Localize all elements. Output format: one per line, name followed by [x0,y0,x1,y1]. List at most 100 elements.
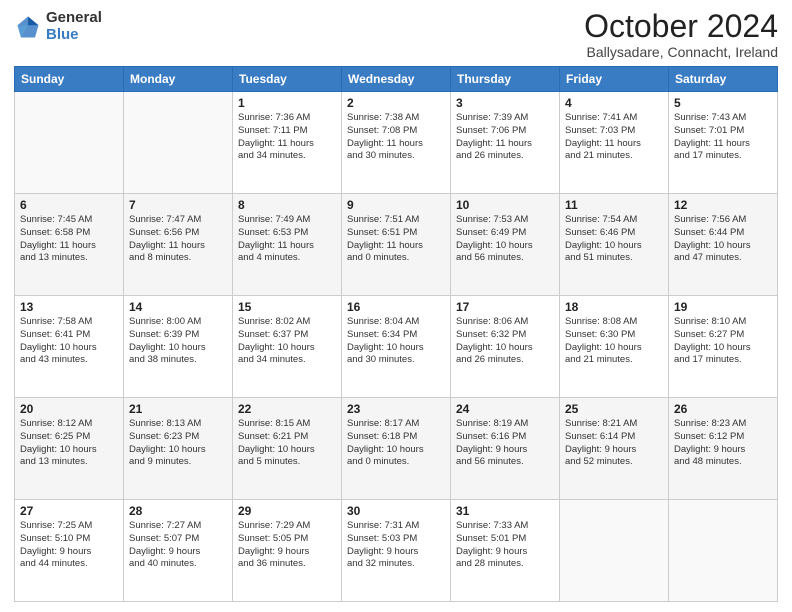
day-info: Sunrise: 8:13 AM Sunset: 6:23 PM Dayligh… [129,418,227,469]
day-number: 3 [456,96,554,110]
day-info: Sunrise: 8:10 AM Sunset: 6:27 PM Dayligh… [674,316,772,367]
calendar-day-header: Tuesday [233,67,342,92]
day-number: 24 [456,402,554,416]
calendar-day-cell [669,500,778,602]
calendar-day-header: Wednesday [342,67,451,92]
day-number: 28 [129,504,227,518]
calendar-day-cell: 10Sunrise: 7:53 AM Sunset: 6:49 PM Dayli… [451,194,560,296]
calendar-day-cell: 31 Sunrise: 7:33 AM Sunset: 5:01 PM Dayli… [451,500,560,602]
calendar-day-cell: 15 Sunrise: 8:02 AM Sunset: 6:37 PM Dayli… [233,296,342,398]
day-info: Sunrise: 7:53 AM Sunset: 6:49 PM Dayligh… [456,214,554,265]
day-number: 17 [456,300,554,314]
day-info: Sunrise: 8:15 AM Sunset: 6:21 PM Dayligh… [238,418,336,469]
calendar-table: SundayMondayTuesdayWednesdayThursdayFrid… [14,66,778,602]
calendar-week-row: 13 Sunrise: 7:58 AM Sunset: 6:41 PM Dayli… [15,296,778,398]
calendar-day-header: Thursday [451,67,560,92]
header: General Blue October 2024 Ballysadare, C… [14,10,778,60]
day-info: Sunrise: 7:43 AM Sunset: 7:01 PM Dayligh… [674,112,772,163]
calendar-day-cell: 21Sunrise: 8:13 AM Sunset: 6:23 PM Dayli… [124,398,233,500]
logo: General Blue [14,10,102,43]
day-info: Sunrise: 8:19 AM Sunset: 6:16 PM Dayligh… [456,418,554,469]
day-info: Sunrise: 7:33 AM Sunset: 5:01 PM Dayligh… [456,520,554,571]
day-info: Sunrise: 7:36 AM Sunset: 7:11 PM Dayligh… [238,112,336,163]
calendar-day-cell: 26Sunrise: 8:23 AM Sunset: 6:12 PM Dayli… [669,398,778,500]
day-number: 19 [674,300,772,314]
day-number: 6 [20,198,118,212]
day-info: Sunrise: 7:54 AM Sunset: 6:46 PM Dayligh… [565,214,663,265]
calendar-day-cell: 22 Sunrise: 8:15 AM Sunset: 6:21 PM Dayli… [233,398,342,500]
day-info: Sunrise: 7:38 AM Sunset: 7:08 PM Dayligh… [347,112,445,163]
calendar-day-cell: 12Sunrise: 7:56 AM Sunset: 6:44 PM Dayli… [669,194,778,296]
day-info: Sunrise: 8:04 AM Sunset: 6:34 PM Dayligh… [347,316,445,367]
day-number: 14 [129,300,227,314]
calendar-day-cell: 1 Sunrise: 7:36 AM Sunset: 7:11 PM Daylig… [233,92,342,194]
calendar-day-cell [124,92,233,194]
day-number: 8 [238,198,336,212]
calendar-day-cell: 7Sunrise: 7:47 AM Sunset: 6:56 PM Daylig… [124,194,233,296]
day-info: Sunrise: 7:25 AM Sunset: 5:10 PM Dayligh… [20,520,118,571]
calendar-day-cell: 3 Sunrise: 7:39 AM Sunset: 7:06 PM Daylig… [451,92,560,194]
day-number: 29 [238,504,336,518]
day-info: Sunrise: 7:49 AM Sunset: 6:53 PM Dayligh… [238,214,336,265]
day-info: Sunrise: 7:39 AM Sunset: 7:06 PM Dayligh… [456,112,554,163]
day-number: 25 [565,402,663,416]
day-number: 16 [347,300,445,314]
calendar-day-header: Saturday [669,67,778,92]
calendar-day-cell: 20Sunrise: 8:12 AM Sunset: 6:25 PM Dayli… [15,398,124,500]
day-number: 5 [674,96,772,110]
calendar-day-cell: 8 Sunrise: 7:49 AM Sunset: 6:53 PM Daylig… [233,194,342,296]
day-info: Sunrise: 7:47 AM Sunset: 6:56 PM Dayligh… [129,214,227,265]
day-info: Sunrise: 8:02 AM Sunset: 6:37 PM Dayligh… [238,316,336,367]
day-number: 15 [238,300,336,314]
logo-icon [14,13,42,41]
calendar-day-cell: 2 Sunrise: 7:38 AM Sunset: 7:08 PM Daylig… [342,92,451,194]
calendar-day-cell: 24 Sunrise: 8:19 AM Sunset: 6:16 PM Dayli… [451,398,560,500]
calendar-day-cell: 27Sunrise: 7:25 AM Sunset: 5:10 PM Dayli… [15,500,124,602]
calendar-day-header: Sunday [15,67,124,92]
day-number: 23 [347,402,445,416]
page: General Blue October 2024 Ballysadare, C… [0,0,792,612]
calendar-week-row: 6 Sunrise: 7:45 AM Sunset: 6:58 PM Daylig… [15,194,778,296]
month-title: October 2024 [584,10,778,42]
day-info: Sunrise: 8:08 AM Sunset: 6:30 PM Dayligh… [565,316,663,367]
calendar-week-row: 20Sunrise: 8:12 AM Sunset: 6:25 PM Dayli… [15,398,778,500]
day-info: Sunrise: 7:31 AM Sunset: 5:03 PM Dayligh… [347,520,445,571]
calendar-day-cell [15,92,124,194]
day-number: 22 [238,402,336,416]
logo-general-text: General [46,10,102,27]
calendar-day-cell: 5 Sunrise: 7:43 AM Sunset: 7:01 PM Daylig… [669,92,778,194]
calendar-day-cell: 23 Sunrise: 8:17 AM Sunset: 6:18 PM Dayli… [342,398,451,500]
calendar-day-cell: 14Sunrise: 8:00 AM Sunset: 6:39 PM Dayli… [124,296,233,398]
calendar-day-cell: 30 Sunrise: 7:31 AM Sunset: 5:03 PM Dayli… [342,500,451,602]
calendar-day-cell [560,500,669,602]
day-number: 1 [238,96,336,110]
calendar-day-cell: 16 Sunrise: 8:04 AM Sunset: 6:34 PM Dayli… [342,296,451,398]
day-number: 13 [20,300,118,314]
calendar-day-cell: 18 Sunrise: 8:08 AM Sunset: 6:30 PM Dayli… [560,296,669,398]
day-info: Sunrise: 7:27 AM Sunset: 5:07 PM Dayligh… [129,520,227,571]
day-number: 30 [347,504,445,518]
day-info: Sunrise: 8:06 AM Sunset: 6:32 PM Dayligh… [456,316,554,367]
day-number: 26 [674,402,772,416]
day-number: 9 [347,198,445,212]
day-info: Sunrise: 7:45 AM Sunset: 6:58 PM Dayligh… [20,214,118,265]
location: Ballysadare, Connacht, Ireland [584,44,778,60]
calendar-day-header: Friday [560,67,669,92]
day-info: Sunrise: 7:58 AM Sunset: 6:41 PM Dayligh… [20,316,118,367]
day-number: 4 [565,96,663,110]
day-number: 11 [565,198,663,212]
calendar-day-cell: 17 Sunrise: 8:06 AM Sunset: 6:32 PM Dayli… [451,296,560,398]
day-info: Sunrise: 7:41 AM Sunset: 7:03 PM Dayligh… [565,112,663,163]
logo-text: General Blue [46,10,102,43]
day-number: 31 [456,504,554,518]
day-number: 2 [347,96,445,110]
calendar-day-cell: 28 Sunrise: 7:27 AM Sunset: 5:07 PM Dayli… [124,500,233,602]
day-number: 20 [20,402,118,416]
calendar-day-cell: 6 Sunrise: 7:45 AM Sunset: 6:58 PM Daylig… [15,194,124,296]
logo-blue-text: Blue [46,27,102,44]
title-area: October 2024 Ballysadare, Connacht, Irel… [584,10,778,60]
day-info: Sunrise: 7:56 AM Sunset: 6:44 PM Dayligh… [674,214,772,265]
calendar-day-cell: 11 Sunrise: 7:54 AM Sunset: 6:46 PM Dayli… [560,194,669,296]
day-number: 18 [565,300,663,314]
day-info: Sunrise: 8:17 AM Sunset: 6:18 PM Dayligh… [347,418,445,469]
